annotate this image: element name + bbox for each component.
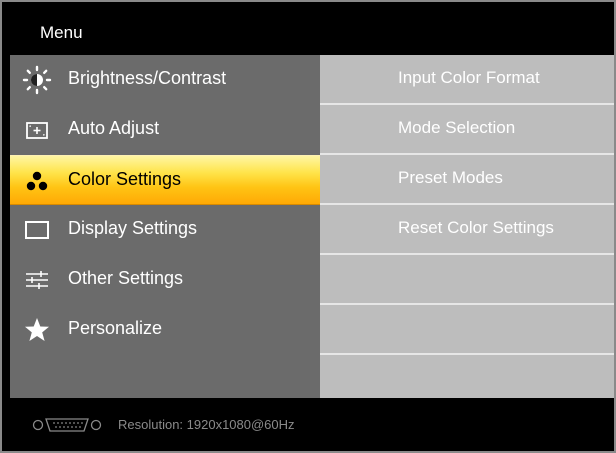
submenu-item-label: Reset Color Settings — [398, 218, 554, 237]
star-icon — [22, 315, 52, 345]
submenu-item-mode-selection[interactable]: Mode Selection — [320, 105, 614, 155]
auto-adjust-icon — [22, 115, 52, 145]
submenu-item-empty — [320, 305, 614, 355]
menu-item-label: Personalize — [68, 318, 163, 338]
submenu-panel: Input Color Format Mode Selection Preset… — [320, 55, 614, 398]
menu-item-auto-adjust[interactable]: Auto Adjust — [10, 105, 320, 155]
menu-item-label: Color Settings — [68, 169, 182, 189]
submenu-item-label: Input Color Format — [398, 68, 540, 87]
menu-item-personalize[interactable]: Personalize — [10, 305, 320, 355]
resolution-text: Resolution: 1920x1080@60Hz — [118, 417, 295, 432]
osd-frame: Menu Brightness/Contrast Auto Adjust Col… — [10, 2, 614, 451]
main-menu: Brightness/Contrast Auto Adjust Color Se… — [10, 55, 320, 398]
sliders-icon — [22, 265, 52, 295]
status-bar: Resolution: 1920x1080@60Hz — [10, 398, 614, 451]
menu-item-label: Auto Adjust — [68, 118, 160, 138]
submenu-item-empty — [320, 355, 614, 403]
submenu-item-reset-color-settings[interactable]: Reset Color Settings — [320, 205, 614, 255]
menu-item-display-settings[interactable]: Display Settings — [10, 205, 320, 255]
display-icon — [22, 215, 52, 245]
menu-item-label: Display Settings — [68, 218, 198, 238]
brightness-icon — [22, 65, 52, 95]
submenu-item-label: Mode Selection — [398, 118, 516, 137]
submenu-item-input-color-format[interactable]: Input Color Format — [320, 55, 614, 105]
menu-item-label: Brightness/Contrast — [68, 68, 227, 88]
submenu-item-preset-modes[interactable]: Preset Modes — [320, 155, 614, 205]
submenu-item-empty — [320, 255, 614, 305]
menu-item-other-settings[interactable]: Other Settings — [10, 255, 320, 305]
menu-item-label: Other Settings — [68, 268, 184, 288]
menu-item-color-settings[interactable]: Color Settings — [10, 155, 320, 205]
menu-title: Menu — [40, 23, 83, 42]
color-settings-icon — [22, 166, 52, 196]
osd-menu-window: Menu Brightness/Contrast Auto Adjust Col… — [0, 0, 616, 453]
vga-connector-icon — [32, 416, 102, 434]
menu-header: Menu — [10, 2, 614, 55]
menu-item-brightness-contrast[interactable]: Brightness/Contrast — [10, 55, 320, 105]
submenu-item-label: Preset Modes — [398, 168, 503, 187]
